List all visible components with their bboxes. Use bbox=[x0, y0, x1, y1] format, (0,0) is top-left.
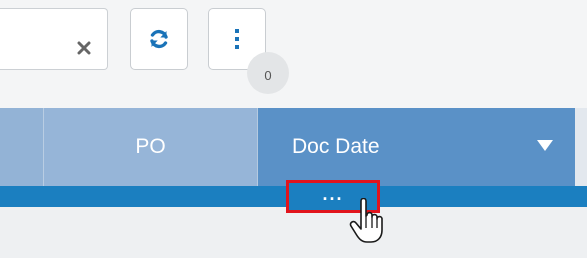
search-input[interactable] bbox=[0, 8, 108, 70]
count-badge: 0 bbox=[247, 52, 289, 94]
column-header-doc-date[interactable]: Doc Date bbox=[258, 108, 575, 186]
column-header-next[interactable] bbox=[575, 108, 587, 186]
clear-search-button[interactable] bbox=[74, 37, 94, 59]
close-icon bbox=[77, 41, 91, 55]
caret-down-icon[interactable] bbox=[537, 140, 553, 151]
column-header-selector[interactable] bbox=[0, 108, 44, 186]
column-header-label: Doc Date bbox=[292, 135, 380, 158]
hand-pointer-cursor-icon bbox=[349, 198, 383, 243]
ellipsis-label: ... bbox=[322, 183, 344, 204]
vertical-ellipsis-icon bbox=[235, 29, 239, 49]
grid-header-row: PO Doc Date bbox=[0, 108, 587, 186]
column-header-label: PO bbox=[135, 135, 166, 158]
refresh-icon bbox=[150, 29, 168, 49]
column-header-po[interactable]: PO bbox=[44, 108, 258, 186]
refresh-button[interactable] bbox=[130, 8, 188, 70]
grid-body bbox=[0, 207, 587, 258]
